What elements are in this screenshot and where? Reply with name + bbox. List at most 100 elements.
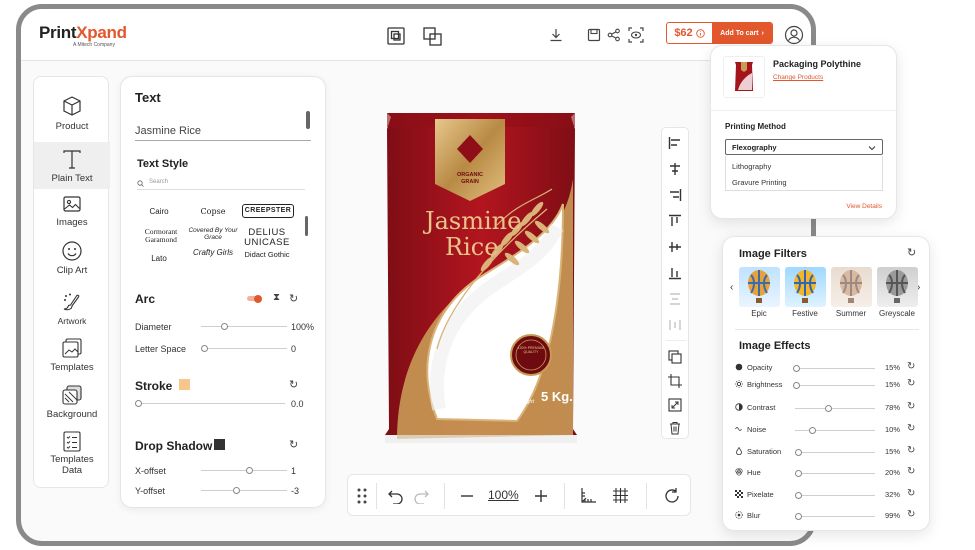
letter-space-slider[interactable] — [201, 345, 287, 352]
saturation-slider[interactable] — [795, 449, 875, 456]
slider-knob[interactable] — [825, 405, 832, 412]
canvas-product-image[interactable]: ORGANIC GRAIN Jasmine Rice 100% PREMIUM … — [377, 109, 585, 443]
font-option-cormorant[interactable]: Cormorant Garamond — [135, 228, 187, 244]
font-list-scrollbar[interactable] — [305, 216, 308, 236]
sidebar-item-background[interactable]: Background — [34, 384, 110, 426]
reset-icon[interactable]: ↻ — [907, 488, 915, 499]
blur-slider[interactable] — [795, 513, 875, 520]
filter-thumb-greyscale[interactable] — [877, 267, 918, 307]
flip-arc-icon[interactable]: ⧗ — [273, 292, 280, 303]
font-option-delius-unicase[interactable]: DELIUS UNICASE — [239, 228, 295, 248]
slider-knob[interactable] — [221, 323, 228, 330]
hue-slider[interactable] — [795, 470, 875, 477]
sidebar-item-images[interactable]: Images — [34, 194, 110, 234]
filter-thumb-epic[interactable] — [739, 267, 780, 307]
view-details-link[interactable]: View Details — [846, 203, 882, 210]
add-to-cart-button[interactable]: Add To cart › — [712, 23, 772, 43]
arc-reset-icon[interactable]: ↻ — [289, 292, 298, 305]
distribute-horizontal-icon[interactable] — [668, 318, 682, 332]
ruler-icon[interactable] — [580, 487, 597, 504]
slider-knob[interactable] — [795, 449, 802, 456]
crop-icon[interactable] — [668, 374, 682, 388]
align-bottom-icon[interactable] — [668, 266, 682, 280]
reset-icon[interactable]: ↻ — [907, 445, 915, 456]
slider-knob[interactable] — [233, 487, 240, 494]
save-icon[interactable] — [587, 28, 601, 42]
stroke-reset-icon[interactable]: ↻ — [289, 378, 298, 391]
font-option-lato[interactable]: Lato — [131, 254, 187, 263]
slider-knob[interactable] — [795, 513, 802, 520]
opacity-slider[interactable] — [793, 365, 875, 372]
font-option-cairo[interactable]: Cairo — [131, 207, 187, 216]
stroke-color-swatch[interactable] — [179, 379, 190, 390]
font-option-creepster[interactable]: CREEPSTER — [242, 204, 294, 218]
arc-toggle[interactable] — [247, 294, 262, 303]
change-products-link[interactable]: Change Products — [773, 74, 823, 81]
sidebar-item-product[interactable]: Product — [34, 95, 110, 137]
font-option-crafty-girls[interactable]: Crafty Girls — [185, 248, 241, 257]
sidebar-item-clip-art[interactable]: Clip Art — [34, 240, 110, 282]
user-avatar-icon[interactable] — [784, 25, 804, 45]
filter-thumb-festive[interactable] — [785, 267, 826, 307]
reset-icon[interactable]: ↻ — [907, 466, 915, 477]
back-view-icon[interactable] — [423, 27, 443, 47]
font-search-input[interactable]: Search — [137, 177, 305, 190]
slider-knob[interactable] — [795, 470, 802, 477]
sidebar-item-plain-text[interactable]: Plain Text — [34, 142, 110, 189]
y-offset-slider[interactable] — [201, 487, 287, 494]
slider-knob[interactable] — [809, 427, 816, 434]
resize-icon[interactable] — [668, 398, 682, 412]
preview-icon[interactable] — [628, 27, 644, 43]
grid-icon[interactable] — [612, 487, 629, 504]
zoom-out-icon[interactable] — [460, 489, 474, 503]
contrast-slider[interactable] — [795, 405, 875, 412]
font-option-didact-gothic[interactable]: Didact Gothic — [241, 251, 293, 259]
align-center-horizontal-icon[interactable] — [668, 162, 682, 176]
stroke-slider[interactable] — [135, 400, 285, 407]
slider-knob[interactable] — [246, 467, 253, 474]
download-icon[interactable] — [549, 28, 563, 42]
x-offset-slider[interactable] — [201, 467, 287, 474]
front-view-icon[interactable] — [387, 27, 405, 45]
sidebar-item-templates-data[interactable]: Templates Data — [34, 430, 110, 482]
filter-thumb-summer[interactable] — [831, 267, 872, 307]
undo-icon[interactable] — [388, 488, 404, 504]
slider-knob[interactable] — [793, 365, 800, 372]
sidebar-item-artwork[interactable]: Artwork — [34, 291, 110, 331]
share-icon[interactable] — [607, 28, 621, 42]
sidebar-item-templates[interactable]: Templates — [34, 337, 110, 379]
pixelate-slider[interactable] — [795, 492, 875, 499]
reset-icon[interactable]: ↻ — [907, 401, 915, 412]
filters-prev-icon[interactable]: ‹ — [730, 282, 733, 293]
align-right-icon[interactable] — [668, 188, 682, 202]
slider-knob[interactable] — [795, 492, 802, 499]
text-input[interactable]: Jasmine Rice — [135, 121, 311, 141]
brand-logo[interactable]: PrintXpand — [39, 23, 127, 43]
align-middle-icon[interactable] — [668, 240, 682, 254]
redo-icon[interactable] — [413, 488, 429, 504]
printing-method-select[interactable]: Flexography — [725, 139, 883, 155]
text-scrollbar[interactable] — [306, 111, 310, 129]
slider-knob[interactable] — [793, 382, 800, 389]
font-option-copse[interactable]: Copse — [185, 207, 241, 216]
font-option-covered-by-your-grace[interactable]: Covered By Your Grace — [187, 227, 239, 242]
align-left-icon[interactable] — [668, 136, 682, 150]
delete-icon[interactable] — [668, 421, 682, 435]
drag-handle-icon[interactable] — [356, 487, 368, 505]
diameter-slider[interactable] — [201, 323, 287, 330]
brightness-slider[interactable] — [793, 382, 875, 389]
zoom-level[interactable]: 100% — [488, 488, 519, 502]
option-gravure-printing[interactable]: Gravure Printing — [732, 178, 787, 187]
shadow-reset-icon[interactable]: ↻ — [289, 438, 298, 451]
reset-icon[interactable]: ↻ — [907, 509, 915, 520]
filters-reset-icon[interactable]: ↻ — [907, 246, 916, 259]
reset-icon[interactable] — [663, 487, 681, 505]
duplicate-icon[interactable] — [668, 350, 682, 364]
option-lithography[interactable]: Lithography — [732, 162, 771, 171]
shadow-color-swatch[interactable] — [214, 439, 225, 450]
reset-icon[interactable]: ↻ — [907, 378, 915, 389]
zoom-in-icon[interactable] — [534, 489, 548, 503]
slider-knob[interactable] — [201, 345, 208, 352]
align-top-icon[interactable] — [668, 214, 682, 228]
slider-knob[interactable] — [135, 400, 142, 407]
